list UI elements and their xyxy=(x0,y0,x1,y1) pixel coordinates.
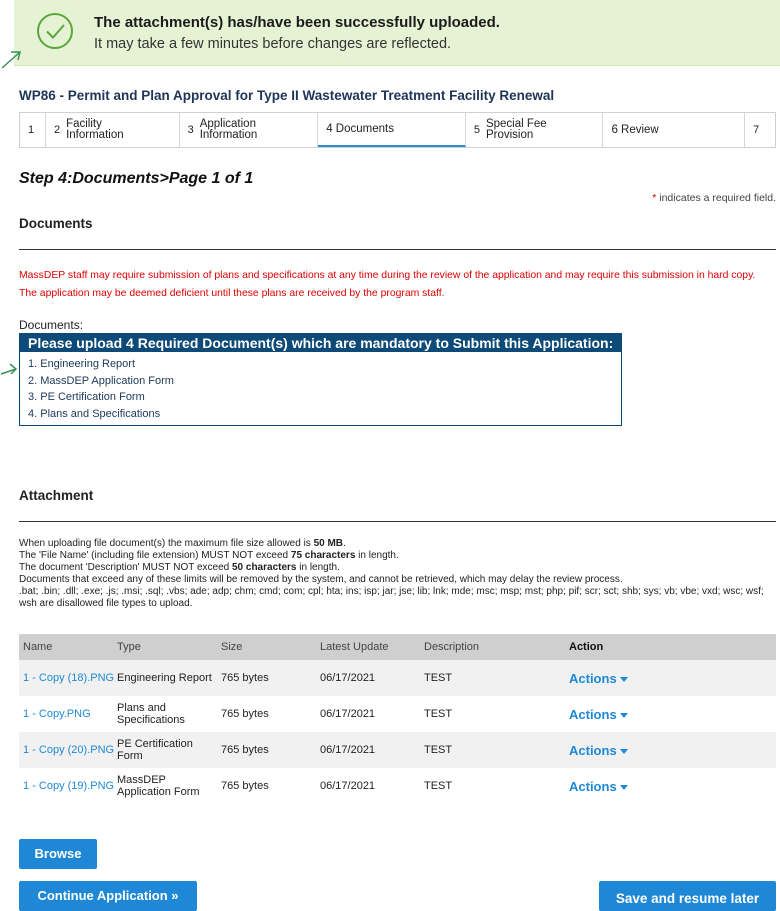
actions-label: Actions xyxy=(569,778,617,794)
attachment-section-title: Attachment xyxy=(19,488,94,503)
latest-update: 06/17/2021 xyxy=(320,780,376,792)
caret-down-icon xyxy=(619,784,628,790)
required-documents-box: Please upload 4 Required Document(s) whi… xyxy=(19,333,622,426)
actions-dropdown[interactable]: Actions xyxy=(569,779,776,794)
upload-rules: When uploading file document(s) the maxi… xyxy=(19,538,776,610)
file-name-link[interactable]: 1 - Copy.PNG xyxy=(19,708,117,720)
latest-update: 06/17/2021 xyxy=(320,744,376,756)
page-title: WP86 - Permit and Plan Approval for Type… xyxy=(19,88,555,103)
step-number: 7 xyxy=(753,124,760,136)
documents-section-title: Documents xyxy=(19,216,93,231)
file-size: 765 bytes xyxy=(221,672,269,684)
list-item: 4. Plans and Specifications xyxy=(28,407,161,420)
table-row: 1 - Copy.PNG Plans and Specifications 76… xyxy=(19,696,776,732)
section-divider xyxy=(19,249,776,250)
rule-file-name: The 'File Name' (including file extensio… xyxy=(19,550,399,561)
step-tab-facility-information[interactable]: 2 Facility Information xyxy=(46,113,180,147)
step-label: Application Information xyxy=(199,118,258,141)
file-size: 765 bytes xyxy=(221,744,269,756)
attachments-table: Name Type Size Latest Update Description… xyxy=(19,634,776,804)
rule-file-size: When uploading file document(s) the maxi… xyxy=(19,538,346,549)
actions-dropdown[interactable]: Actions xyxy=(569,671,776,686)
step-tab-1[interactable]: 1 xyxy=(20,113,46,147)
file-description: TEST xyxy=(424,780,453,792)
step-label: 4 Documents xyxy=(326,122,394,135)
continue-application-button[interactable]: Continue Application » xyxy=(19,881,197,911)
actions-dropdown[interactable]: Actions xyxy=(569,743,776,758)
file-type: Engineering Report xyxy=(117,672,212,684)
step-label: Facility Information xyxy=(66,118,124,141)
actions-label: Actions xyxy=(569,670,617,686)
documents-notice: MassDEP staff may require submission of … xyxy=(19,270,756,299)
step-tab-review[interactable]: 6 Review xyxy=(603,113,746,147)
latest-update: 06/17/2021 xyxy=(320,672,376,684)
table-row: 1 - Copy (20).PNG PE Certification Form … xyxy=(19,732,776,768)
documents-label: Documents: xyxy=(19,318,84,332)
file-name-link[interactable]: 1 - Copy (18).PNG xyxy=(19,672,117,684)
save-and-resume-later-button[interactable]: Save and resume later xyxy=(599,881,776,911)
step-tab-documents[interactable]: 4 Documents xyxy=(318,113,466,147)
browse-button[interactable]: Browse xyxy=(19,839,97,869)
banner-title: The attachment(s) has/have been successf… xyxy=(94,14,500,31)
checkmark-circle-icon xyxy=(37,13,73,49)
step-tabs: 1 2 Facility Information 3 Application I… xyxy=(19,112,776,148)
step-number: 1 xyxy=(28,124,35,136)
file-type: MassDEP Application Form xyxy=(117,774,200,798)
column-header-description[interactable]: Description xyxy=(424,641,569,653)
step-label: Special Fee Provision xyxy=(485,118,547,141)
column-header-latest-update[interactable]: Latest Update xyxy=(320,641,424,653)
rule-description: The document 'Description' MUST NOT exce… xyxy=(19,562,340,573)
required-documents-header: Please upload 4 Required Document(s) whi… xyxy=(20,334,621,352)
file-type: Plans and Specifications xyxy=(117,702,185,726)
rule-disallowed-types: .bat; .bin; .dll; .exe; .js; .msi; .sql;… xyxy=(19,586,764,609)
rule-removal: Documents that exceed any of these limit… xyxy=(19,574,623,585)
step-label: 6 Review xyxy=(611,123,659,136)
success-banner: The attachment(s) has/have been successf… xyxy=(14,0,780,66)
section-divider xyxy=(19,521,776,522)
column-header-type[interactable]: Type xyxy=(117,641,221,653)
caret-down-icon xyxy=(619,676,628,682)
file-type: PE Certification Form xyxy=(117,738,193,762)
list-item: 3. PE Certification Form xyxy=(28,391,145,403)
column-header-size[interactable]: Size xyxy=(221,641,320,653)
list-item: 1. Engineering Report xyxy=(28,358,136,370)
table-row: 1 - Copy (18).PNG Engineering Report 765… xyxy=(19,660,776,696)
column-header-action: Action xyxy=(569,641,604,653)
caret-down-icon xyxy=(619,748,628,754)
step-tab-7[interactable]: 7 xyxy=(745,113,775,147)
file-size: 765 bytes xyxy=(221,780,269,792)
column-header-name[interactable]: Name xyxy=(19,641,117,653)
file-description: TEST xyxy=(424,672,453,684)
latest-update: 06/17/2021 xyxy=(320,708,376,720)
table-header: Name Type Size Latest Update Description… xyxy=(19,634,776,660)
file-name-link[interactable]: 1 - Copy (20).PNG xyxy=(19,744,117,756)
banner-subtitle: It may take a few minutes before changes… xyxy=(94,36,452,52)
step-number: 5 xyxy=(473,124,480,136)
required-documents-list: 1. Engineering Report 2. MassDEP Applica… xyxy=(20,352,621,422)
file-size: 765 bytes xyxy=(221,708,269,720)
step-tab-special-fee-provision[interactable]: 5 Special Fee Provision xyxy=(466,113,604,147)
list-item: 2. MassDEP Application Form xyxy=(28,374,174,387)
caret-down-icon xyxy=(619,712,628,718)
required-field-note: * indicates a required field. xyxy=(652,192,776,204)
step-heading: Step 4:Documents>Page 1 of 1 xyxy=(19,170,254,187)
step-tab-application-information[interactable]: 3 Application Information xyxy=(180,113,319,147)
annotation-arrow-icon xyxy=(1,51,21,69)
actions-label: Actions xyxy=(569,742,617,758)
file-description: TEST xyxy=(424,708,453,720)
file-name-link[interactable]: 1 - Copy (19).PNG xyxy=(19,780,117,792)
step-number: 2 xyxy=(53,124,61,136)
actions-label: Actions xyxy=(569,706,617,722)
step-number: 3 xyxy=(187,124,194,136)
table-row: 1 - Copy (19).PNG MassDEP Application Fo… xyxy=(19,768,776,804)
required-note-text: indicates a required field. xyxy=(656,192,776,204)
file-description: TEST xyxy=(424,744,453,756)
actions-dropdown[interactable]: Actions xyxy=(569,707,776,722)
